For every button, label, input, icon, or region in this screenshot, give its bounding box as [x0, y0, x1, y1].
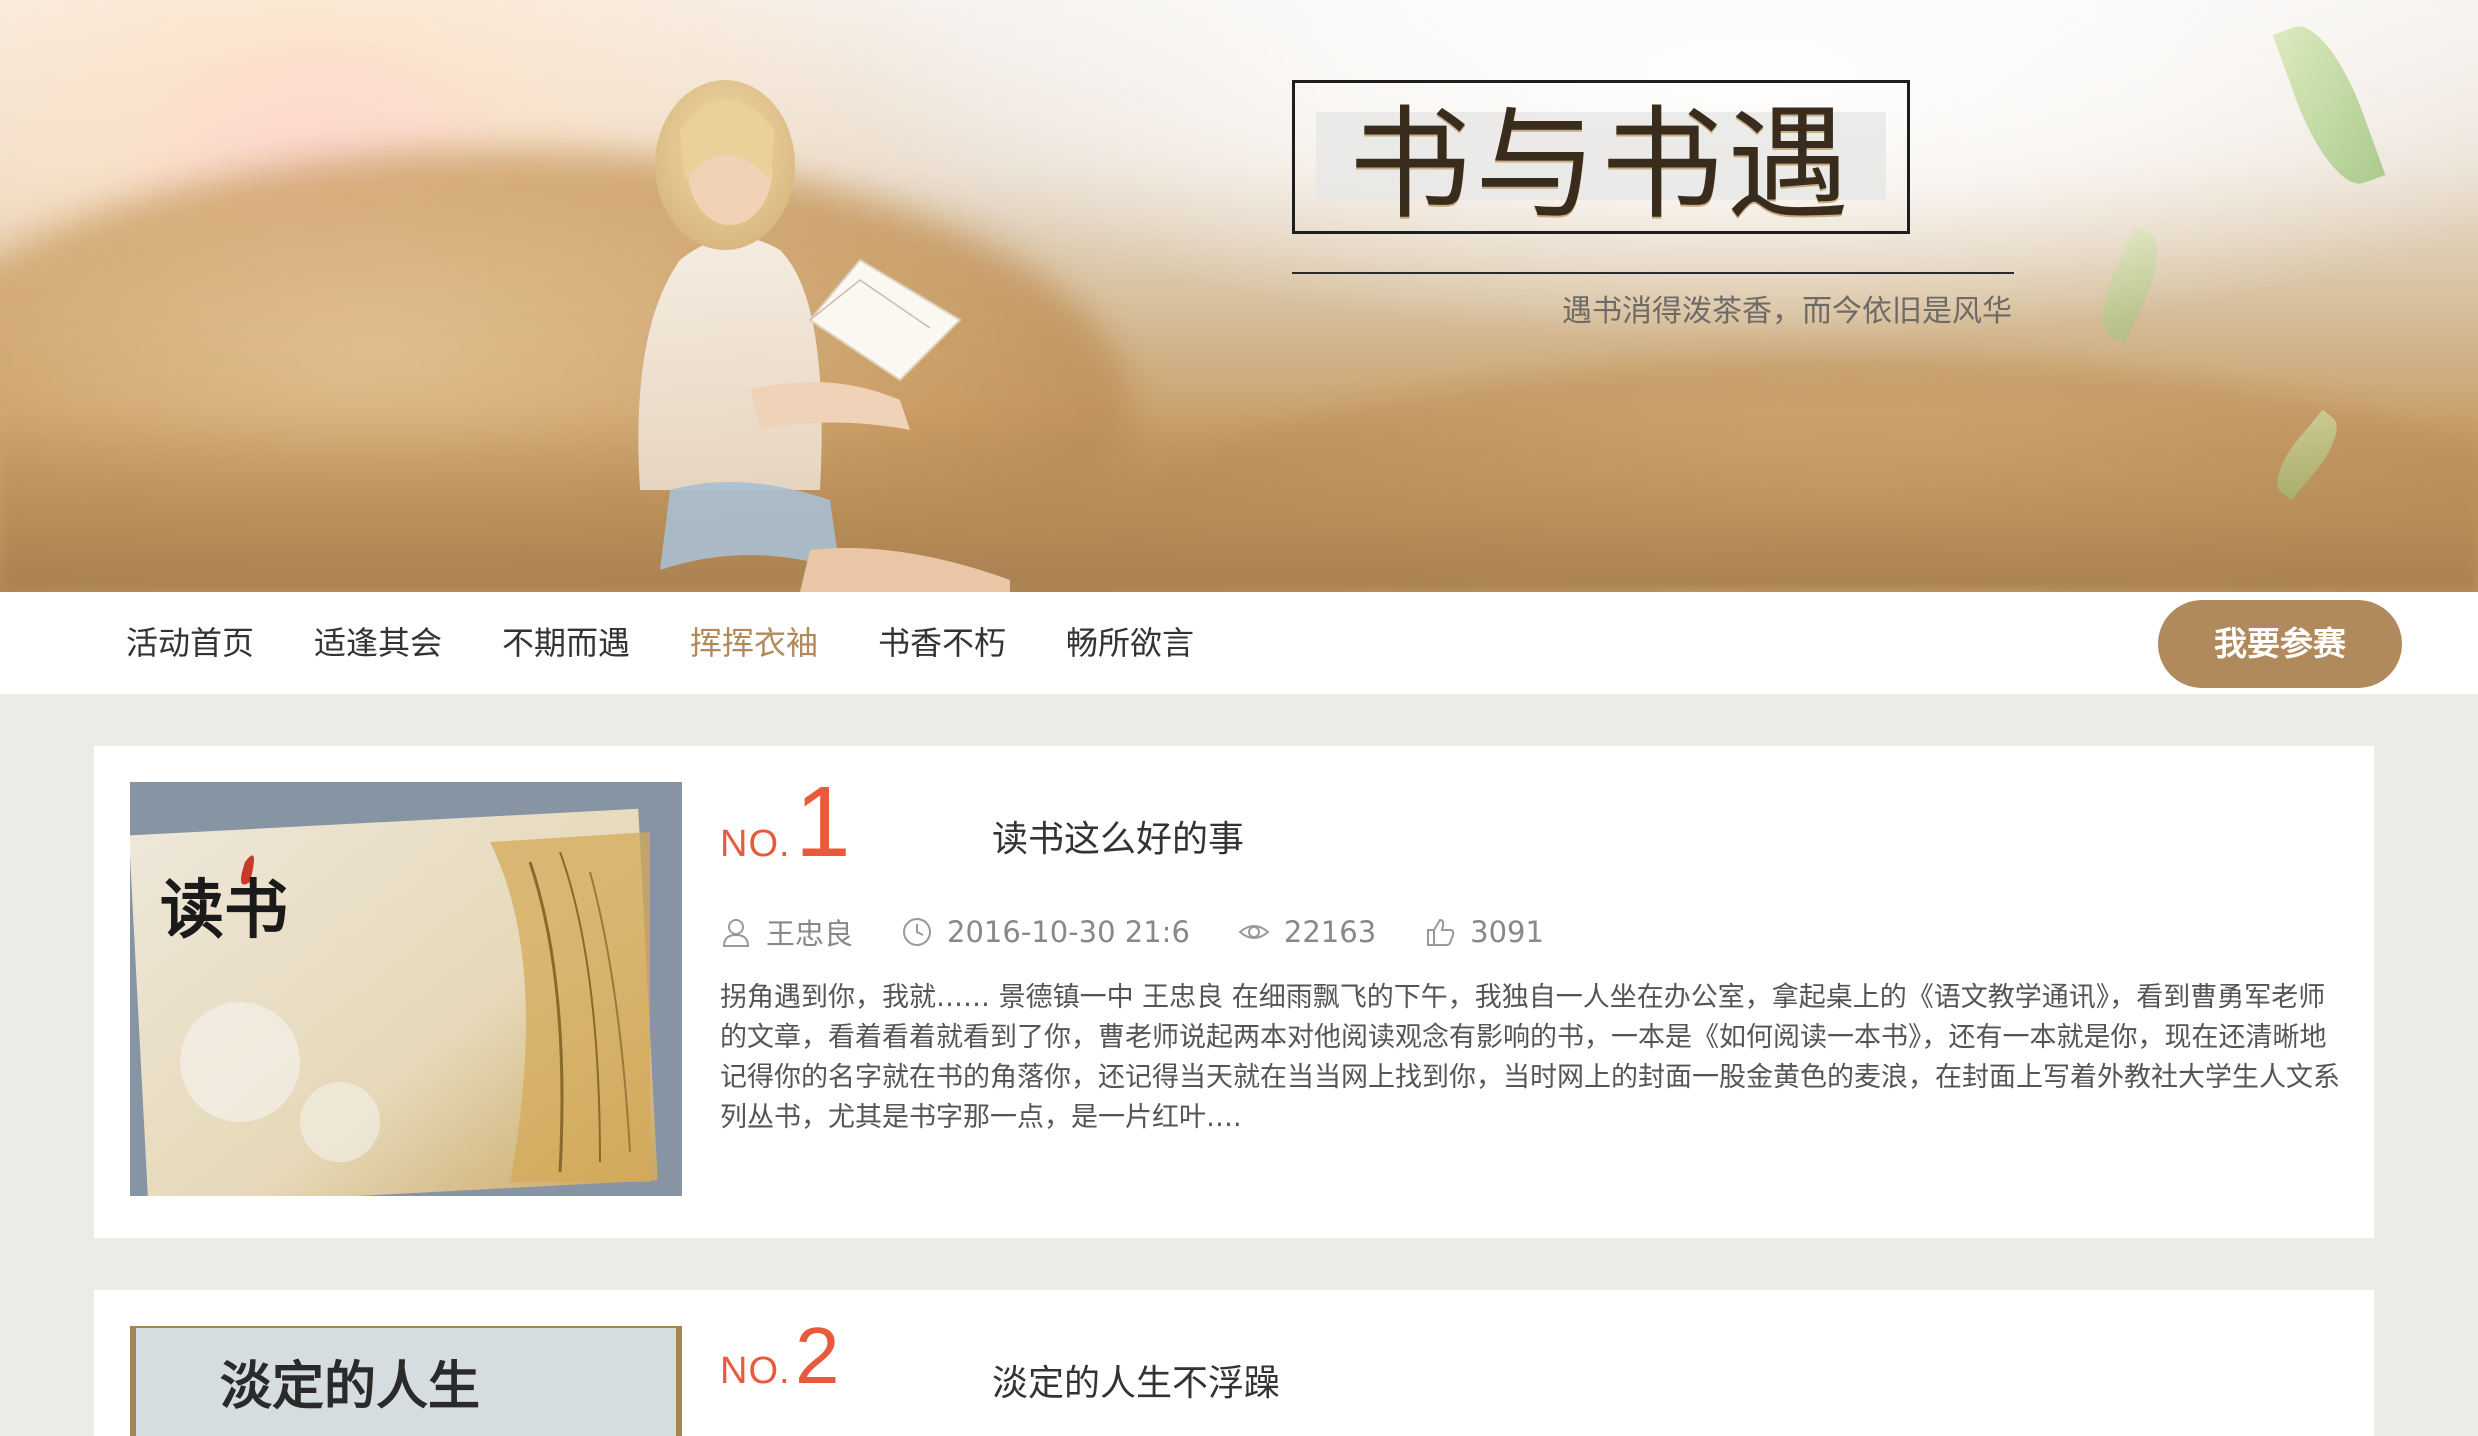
author-name: 王忠良	[766, 917, 854, 951]
rank-prefix: NO.	[720, 1350, 791, 1392]
main-nav: 活动首页 适逢其会 不期而遇 挥挥衣袖 书香不朽 畅所欲言	[0, 592, 2478, 694]
entry-title[interactable]: 读书这么好的事	[992, 810, 1244, 862]
rank-number: 2	[795, 1311, 840, 1400]
eye-icon	[1238, 925, 1270, 939]
reading-woman-illustration	[638, 80, 1010, 592]
clock-icon	[903, 918, 932, 946]
nav-item-shuxiangbuxiu[interactable]: 书香不朽	[878, 592, 1006, 694]
cover-calligraphy: 读书	[160, 873, 288, 948]
cover-title-text: 淡定的人生	[220, 1356, 480, 1417]
user-icon	[722, 919, 750, 947]
post-datetime: 2016-10-30 21:6	[947, 915, 1190, 949]
nav-item-buqieryu[interactable]: 不期而遇	[502, 592, 630, 694]
author-meta: 王忠良	[720, 911, 853, 953]
book-cover-illustration: 淡定的人生	[130, 1326, 682, 1436]
thumbs-up-icon[interactable]	[1424, 916, 1456, 948]
entry-meta: 王忠良 2016-10-30 21:6 22163 3091	[720, 912, 1592, 952]
grass-foreground	[0, 412, 2478, 592]
nav-item-home[interactable]: 活动首页	[126, 592, 254, 694]
leaf-decoration	[2272, 15, 2386, 195]
rank-number: 1	[795, 766, 851, 878]
title-divider	[1292, 272, 2014, 274]
nav-item-shifengqihui[interactable]: 适逢其会	[314, 592, 442, 694]
datetime-meta: 2016-10-30 21:6	[901, 915, 1190, 949]
nav-item-huihuiyixiu[interactable]: 挥挥衣袖	[690, 592, 818, 694]
join-contest-button[interactable]: 我要参赛	[2158, 600, 2402, 688]
rank-label: NO. 2	[720, 1316, 840, 1396]
view-count: 22163	[1283, 915, 1377, 949]
entry-title[interactable]: 淡定的人生不浮躁	[992, 1354, 1280, 1406]
site-title: 书与书遇	[1349, 94, 1853, 236]
entry-excerpt: 拐角遇到你，我就…… 景德镇一中 王忠良 在细雨飘飞的下午，我独自一人坐在办公室…	[720, 982, 2340, 1133]
views-meta: 22163	[1238, 915, 1376, 949]
site-subtitle: 遇书消得泼茶香，而今依旧是风华	[1562, 294, 2012, 329]
header-banner: 书与书遇 遇书消得泼茶香，而今依旧是风华	[0, 0, 2478, 592]
entry-card[interactable]: 淡定的人生 NO. 2 淡定的人生不浮躁	[94, 1290, 2374, 1436]
entry-cover-image[interactable]: 读书	[130, 782, 682, 1196]
likes-meta[interactable]: 3091	[1424, 915, 1544, 949]
entry-cover-image[interactable]: 淡定的人生	[130, 1326, 682, 1436]
rank-prefix: NO.	[720, 823, 791, 865]
entry-card[interactable]: 读书 NO. 1 读书这么好的事 王忠良 2016-10-30 21:6 221…	[94, 746, 2374, 1238]
nav-item-changsuoyuyan[interactable]: 畅所欲言	[1066, 592, 1194, 694]
rank-label: NO. 1	[720, 772, 851, 872]
leaf-decoration	[2088, 226, 2172, 344]
like-count: 3091	[1470, 915, 1544, 949]
book-cover-illustration: 读书	[130, 782, 682, 1196]
